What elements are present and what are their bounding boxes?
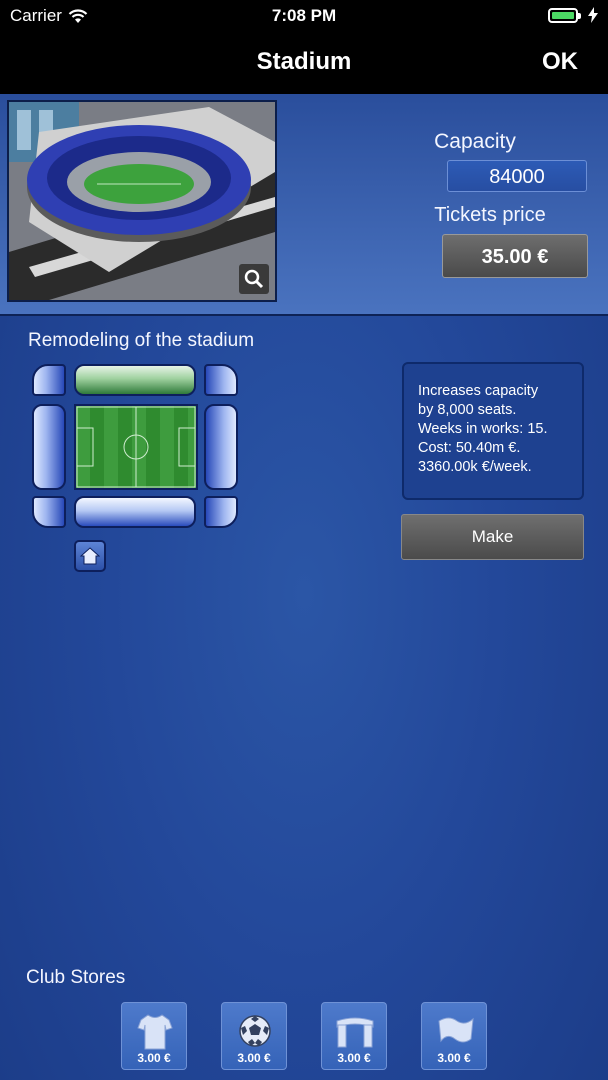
stadium-image [7, 100, 277, 302]
home-button[interactable] [74, 540, 106, 572]
status-bar: Carrier 7:08 PM [0, 0, 608, 32]
stand-top-left-corner[interactable] [32, 364, 66, 396]
info-line: Weeks in works: 15. [418, 421, 548, 437]
info-line: Increases capacity [418, 383, 539, 399]
tickets-price-label: Tickets price [434, 204, 546, 226]
store-item-shirt[interactable]: 3.00 € [121, 1002, 187, 1070]
stadium-stand-selector [30, 362, 242, 532]
flag-icon [438, 1017, 474, 1043]
info-line: 3360.00k €/week. [418, 459, 532, 475]
store-item-flag[interactable]: 3.00 € [421, 1002, 487, 1070]
stand-top-right-corner[interactable] [204, 364, 238, 396]
magnifier-icon [244, 269, 264, 289]
remodel-info-box: Increases capacity by 8,000 seats. Weeks… [402, 362, 584, 500]
zoom-button[interactable] [239, 264, 269, 294]
remodel-title: Remodeling of the stadium [28, 330, 255, 351]
store-price: 3.00 € [337, 1051, 371, 1065]
store-item-scarf[interactable]: 3.00 € [321, 1002, 387, 1070]
navigation-bar: Stadium OK [0, 32, 608, 94]
tickets-price-button[interactable]: 35.00 € [442, 234, 588, 278]
store-price: 3.00 € [237, 1051, 271, 1065]
info-line: Cost: 50.40m €. [418, 440, 521, 456]
ball-icon [239, 1015, 271, 1047]
page-title: Stadium [256, 48, 352, 75]
capacity-value: 84000 [447, 160, 587, 192]
store-item-ball[interactable]: 3.00 € [221, 1002, 287, 1070]
club-stores-title: Club Stores [26, 967, 126, 988]
stand-west[interactable] [32, 404, 66, 490]
scarf-icon [336, 1017, 374, 1048]
home-icon [80, 547, 100, 565]
stand-north[interactable] [74, 364, 196, 396]
stadium-summary-panel: Capacity 84000 Tickets price 35.00 € [0, 94, 608, 316]
info-line: by 8,000 seats. [418, 402, 517, 418]
stand-bottom-left-corner[interactable] [32, 496, 66, 528]
clock: 7:08 PM [271, 6, 337, 25]
store-price: 3.00 € [437, 1051, 471, 1065]
ok-button[interactable]: OK [542, 48, 578, 76]
stand-east[interactable] [204, 404, 238, 490]
charging-icon [588, 7, 598, 23]
pitch [74, 404, 198, 490]
status-right [548, 7, 598, 23]
capacity-label: Capacity [434, 130, 516, 153]
stand-south[interactable] [74, 496, 196, 528]
battery-icon [548, 7, 581, 23]
stand-bottom-right-corner[interactable] [204, 496, 238, 528]
store-price: 3.00 € [137, 1051, 171, 1065]
make-button[interactable]: Make [401, 514, 584, 560]
stadium-illustration [9, 102, 275, 300]
shirt-icon [137, 1014, 173, 1050]
